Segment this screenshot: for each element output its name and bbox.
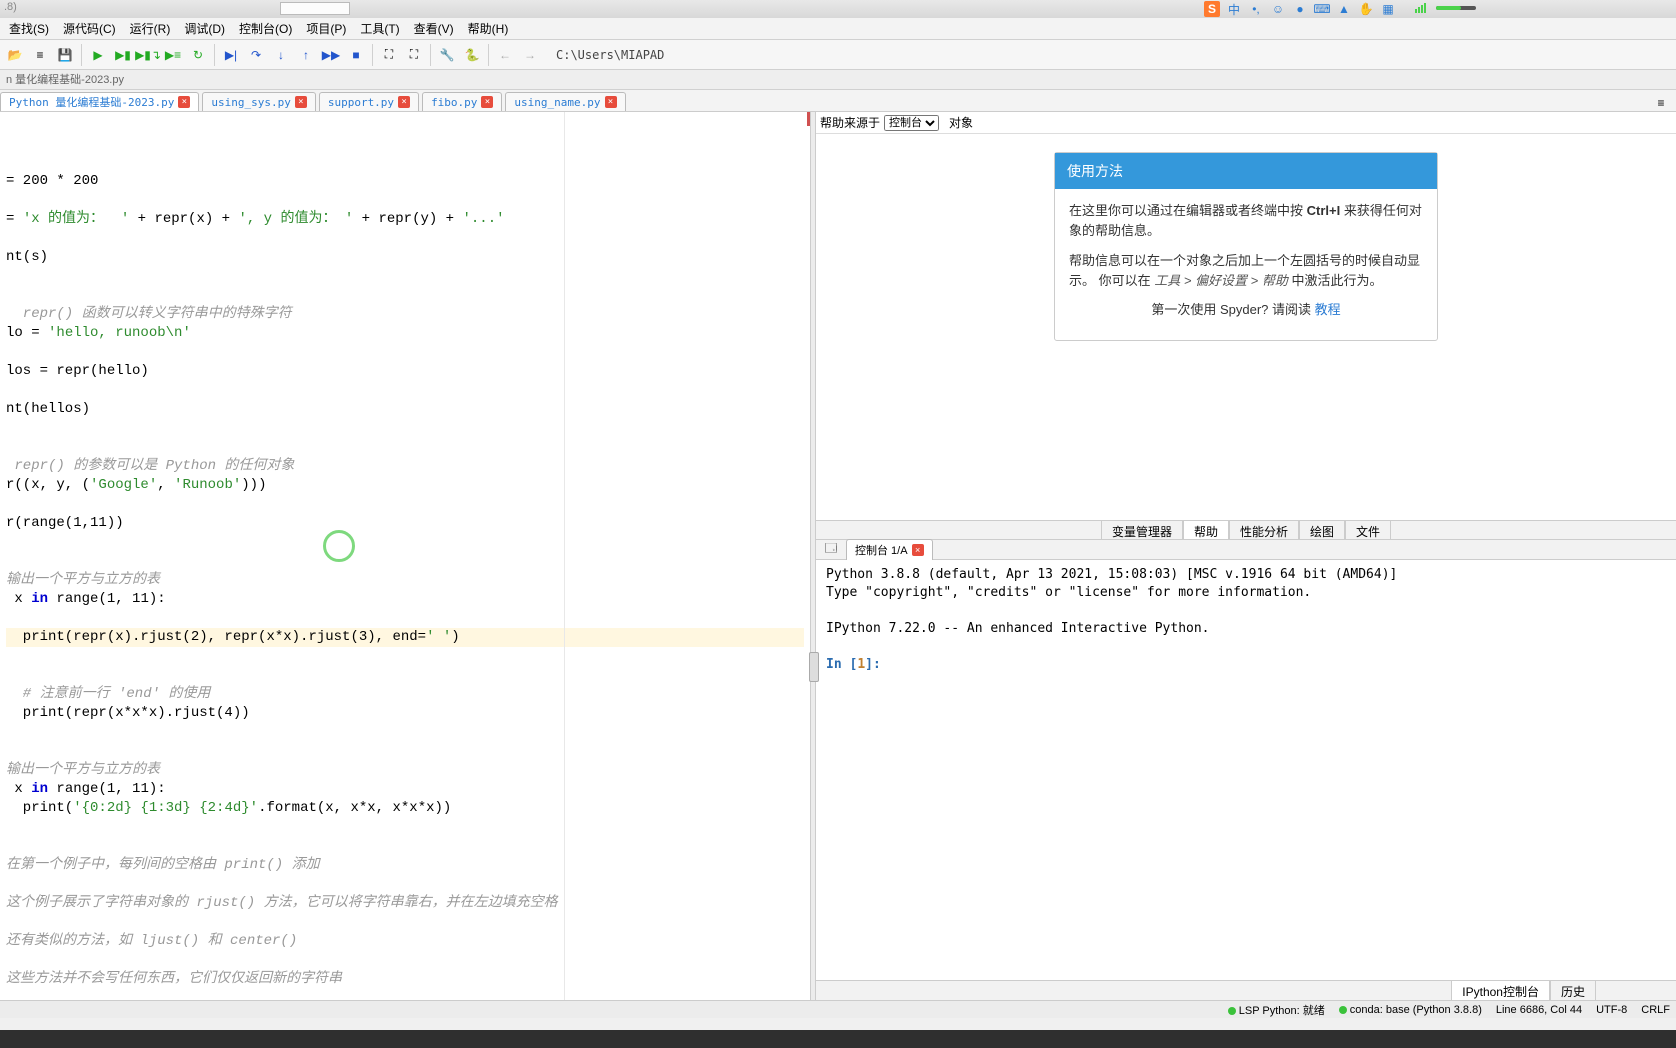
open-icon[interactable]: 📂 xyxy=(4,44,26,66)
nav-back-icon[interactable]: ← xyxy=(494,44,516,66)
titlebar-input[interactable] xyxy=(280,2,350,15)
side-panel: 帮助来源于 控制台 对象 使用方法 在这里你可以通过在编辑器或者终端中按 Ctr… xyxy=(816,112,1676,1000)
ime-lang-icon[interactable]: 中 xyxy=(1226,1,1242,17)
status-bar: LSP Python: 就绪 conda: base (Python 3.8.8… xyxy=(0,1000,1676,1018)
close-icon[interactable]: × xyxy=(178,96,190,108)
menu-bar: 查找(S) 源代码(C) 运行(R) 调试(D) 控制台(O) 项目(P) 工具… xyxy=(0,18,1676,40)
help-content-area: 使用方法 在这里你可以通过在编辑器或者终端中按 Ctrl+I 来获得任何对象的帮… xyxy=(816,134,1676,520)
help-intro-card: 使用方法 在这里你可以通过在编辑器或者终端中按 Ctrl+I 来获得任何对象的帮… xyxy=(1054,152,1438,341)
status-cursor-pos: Line 6686, Col 44 xyxy=(1496,1004,1582,1016)
status-lsp: LSP Python: 就绪 xyxy=(1228,1002,1325,1018)
tab-fibo[interactable]: fibo.py× xyxy=(422,92,502,111)
run-cell-advance-icon[interactable]: ▶▮↴ xyxy=(137,44,159,66)
main-area: = 200 * 200 = 'x 的值为： ' + repr(x) + ', y… xyxy=(0,112,1676,1000)
close-icon[interactable]: × xyxy=(605,96,617,108)
tab-support[interactable]: support.py× xyxy=(319,92,419,111)
tab-main-file[interactable]: Python 量化编程基础-2023.py× xyxy=(0,92,199,111)
step-into-icon[interactable]: ↓ xyxy=(270,44,292,66)
editor-tabs: Python 量化编程基础-2023.py× using_sys.py× sup… xyxy=(0,90,1676,112)
tab-history[interactable]: 历史 xyxy=(1550,981,1596,1000)
hand-icon[interactable]: ✋ xyxy=(1358,1,1374,17)
code-editor[interactable]: = 200 * 200 = 'x 的值为： ' + repr(x) + ', y… xyxy=(0,112,810,1000)
person-icon[interactable]: ▲ xyxy=(1336,1,1352,17)
status-encoding: UTF-8 xyxy=(1596,1004,1627,1016)
cursor-highlight-ring xyxy=(323,530,355,562)
status-eol: CRLF xyxy=(1641,1004,1670,1016)
step-over-icon[interactable]: ↷ xyxy=(245,44,267,66)
maximize-pane-icon[interactable]: ⛶ xyxy=(378,44,400,66)
sogou-icon[interactable]: S xyxy=(1204,1,1220,17)
tab-variable-explorer[interactable]: 变量管理器 xyxy=(1101,521,1183,539)
stop-icon[interactable]: ■ xyxy=(345,44,367,66)
debug-icon[interactable]: ▶| xyxy=(220,44,242,66)
menu-find[interactable]: 查找(S) xyxy=(2,17,56,40)
close-icon[interactable]: × xyxy=(912,544,924,556)
menu-help[interactable]: 帮助(H) xyxy=(461,17,516,40)
led-icon xyxy=(1228,1007,1236,1015)
main-toolbar: 📂 ≡ 💾 ▶ ▶▮ ▶▮↴ ▶≡ ↻ ▶| ↷ ↓ ↑ ▶▶ ■ ⛶ ⛶ 🔧 … xyxy=(0,40,1676,70)
menu-projects[interactable]: 项目(P) xyxy=(299,17,353,40)
volume-icon[interactable] xyxy=(1436,6,1476,10)
save-icon[interactable]: 💾 xyxy=(54,44,76,66)
run-selection-icon[interactable]: ▶≡ xyxy=(162,44,184,66)
close-icon[interactable]: × xyxy=(481,96,493,108)
console-menu-icon[interactable]: 🗔 xyxy=(820,539,842,561)
mic-icon[interactable]: ● xyxy=(1292,1,1308,17)
tab-plots[interactable]: 绘图 xyxy=(1299,521,1345,539)
side-panel-tabs: 变量管理器 帮助 性能分析 绘图 文件 xyxy=(816,520,1676,540)
ipython-console[interactable]: Python 3.8.8 (default, Apr 13 2021, 15:0… xyxy=(816,560,1676,980)
help-source-label: 帮助来源于 xyxy=(820,114,880,131)
breadcrumb: n 量化编程基础-2023.py xyxy=(0,70,1676,90)
tab-files[interactable]: 文件 xyxy=(1345,521,1391,539)
help-object-label: 对象 xyxy=(949,114,973,131)
python-path-icon[interactable]: 🐍 xyxy=(461,44,483,66)
rerun-icon[interactable]: ↻ xyxy=(187,44,209,66)
system-tray: S 中 •, ☺ ● ⌨ ▲ ✋ ▦ xyxy=(1204,1,1396,17)
tray-dots-icon[interactable]: •, xyxy=(1248,1,1264,17)
menu-tools[interactable]: 工具(T) xyxy=(353,17,406,40)
continue-icon[interactable]: ▶▶ xyxy=(320,44,342,66)
tab-ipython-console[interactable]: IPython控制台 xyxy=(1451,981,1550,1000)
os-taskbar[interactable] xyxy=(0,1030,1676,1048)
smiley-icon[interactable]: ☺ xyxy=(1270,1,1286,17)
close-icon[interactable]: × xyxy=(295,96,307,108)
grid-icon[interactable]: ▦ xyxy=(1380,1,1396,17)
tab-profiler[interactable]: 性能分析 xyxy=(1229,521,1299,539)
menu-view[interactable]: 查看(V) xyxy=(407,17,461,40)
splitter-handle[interactable] xyxy=(809,652,819,682)
nav-forward-icon[interactable]: → xyxy=(519,44,541,66)
working-dir-path[interactable]: C:\Users\MIAPAD xyxy=(556,48,664,62)
console-bottom-tabs: IPython控制台 历史 xyxy=(816,980,1676,1000)
menu-run[interactable]: 运行(R) xyxy=(123,17,178,40)
run-icon[interactable]: ▶ xyxy=(87,44,109,66)
editor-pane: = 200 * 200 = 'x 的值为： ' + repr(x) + ', y… xyxy=(0,112,810,1000)
titlebar-text: .8) xyxy=(4,1,17,13)
column-ruler xyxy=(564,112,565,1000)
tab-using-sys[interactable]: using_sys.py× xyxy=(202,92,315,111)
tab-using-name[interactable]: using_name.py× xyxy=(505,92,625,111)
help-card-title: 使用方法 xyxy=(1055,153,1437,189)
menu-source[interactable]: 源代码(C) xyxy=(56,17,123,40)
led-icon xyxy=(1339,1006,1347,1014)
run-cell-icon[interactable]: ▶▮ xyxy=(112,44,134,66)
fullscreen-icon[interactable]: ⛶ xyxy=(403,44,425,66)
help-source-select[interactable]: 控制台 xyxy=(884,115,939,131)
tab-help[interactable]: 帮助 xyxy=(1183,521,1229,539)
preferences-icon[interactable]: 🔧 xyxy=(436,44,458,66)
menu-grid-icon[interactable]: ≡ xyxy=(29,44,51,66)
tutorial-link[interactable]: 教程 xyxy=(1315,302,1341,317)
console-tab-1a[interactable]: 控制台 1/A× xyxy=(846,539,933,561)
signal-icon xyxy=(1415,3,1426,13)
console-tabs: 🗔 控制台 1/A× xyxy=(816,540,1676,560)
menu-console[interactable]: 控制台(O) xyxy=(232,17,299,40)
help-toolbar: 帮助来源于 控制台 对象 xyxy=(816,112,1676,134)
tab-menu-icon[interactable]: ≡ xyxy=(1650,92,1672,114)
step-out-icon[interactable]: ↑ xyxy=(295,44,317,66)
close-icon[interactable]: × xyxy=(398,96,410,108)
status-conda[interactable]: conda: base (Python 3.8.8) xyxy=(1339,1004,1482,1016)
keyboard-icon[interactable]: ⌨ xyxy=(1314,1,1330,17)
window-titlebar: .8) S 中 •, ☺ ● ⌨ ▲ ✋ ▦ xyxy=(0,0,1676,18)
menu-debug[interactable]: 调试(D) xyxy=(177,17,232,40)
